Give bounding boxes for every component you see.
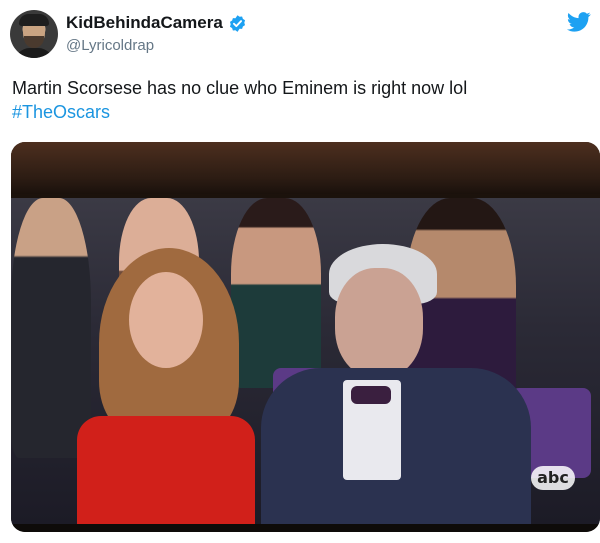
hashtag-link[interactable]: #TheOscars <box>12 100 582 124</box>
tweet-body: Martin Scorsese has no clue who Eminem i… <box>12 76 582 124</box>
man-bowtie <box>351 386 391 404</box>
audience-figure <box>11 198 91 458</box>
tv-frame-bottom <box>11 524 600 532</box>
audience-figure <box>231 198 321 388</box>
tweet-media-photo[interactable]: abc <box>11 142 600 532</box>
woman-red-dress <box>77 416 255 524</box>
avatar-beard <box>24 36 44 48</box>
avatar-body <box>14 48 54 58</box>
tweet-text-line: Martin Scorsese has no clue who Eminem i… <box>12 78 468 98</box>
tv-screen-image: abc <box>11 198 600 524</box>
verified-badge-icon <box>229 14 245 32</box>
tv-frame-top <box>11 142 600 194</box>
woman-face <box>129 272 203 368</box>
user-name-row: KidBehindaCamera <box>66 12 247 34</box>
user-avatar[interactable] <box>10 10 58 58</box>
abc-network-logo: abc <box>531 466 575 490</box>
avatar-cap <box>19 14 49 26</box>
twitter-bird-icon[interactable] <box>567 12 591 32</box>
display-name[interactable]: KidBehindaCamera <box>66 13 223 33</box>
tweet-card: KidBehindaCamera @Lyricoldrap Martin Sco… <box>0 0 600 543</box>
user-handle[interactable]: @Lyricoldrap <box>66 37 154 54</box>
man-face <box>335 268 423 378</box>
